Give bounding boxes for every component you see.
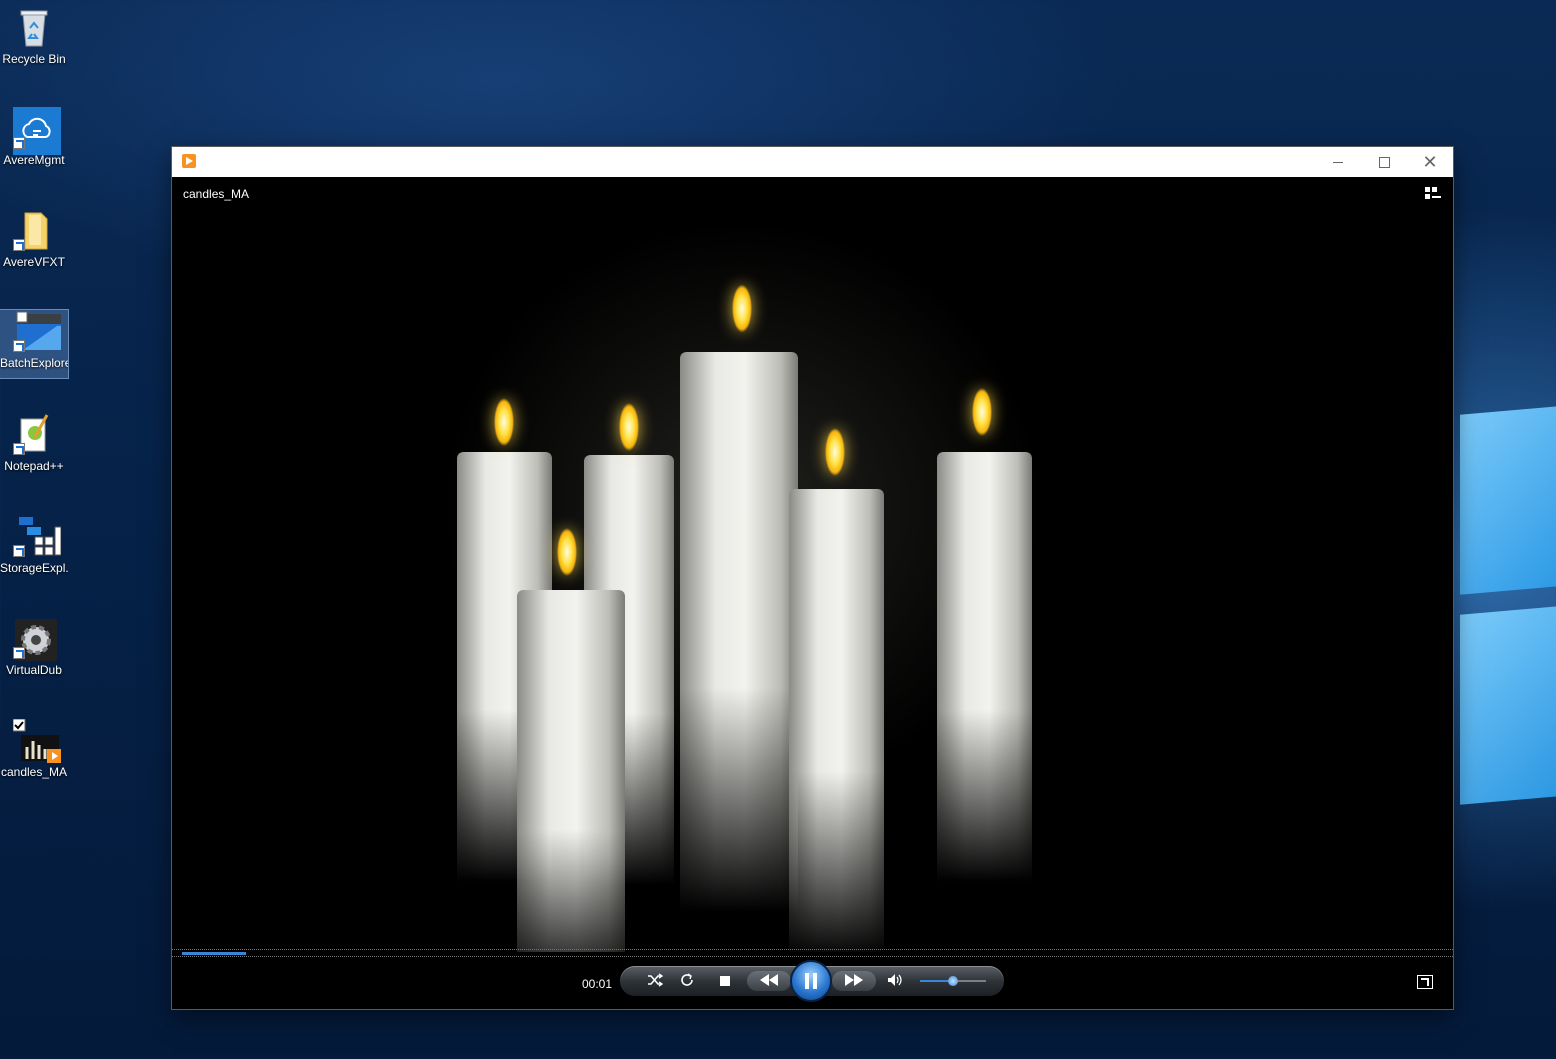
desktop-icon-label: candles_MA bbox=[0, 765, 68, 779]
close-icon: ✕ bbox=[1422, 151, 1438, 172]
desktop-icon-notepadpp[interactable]: Notepad++ bbox=[0, 413, 68, 473]
switch-to-library-button[interactable] bbox=[1417, 975, 1433, 989]
desktop-icon-recycle-bin[interactable]: Recycle Bin bbox=[0, 6, 68, 66]
candle-flame bbox=[487, 370, 521, 450]
gear-film-icon bbox=[13, 617, 57, 661]
volume-slider[interactable] bbox=[920, 976, 986, 986]
candle-flame bbox=[962, 347, 1002, 447]
mute-button[interactable] bbox=[884, 971, 906, 991]
candle-flame bbox=[612, 375, 646, 455]
elapsed-time: 00:01 bbox=[582, 977, 613, 991]
folder-icon bbox=[13, 209, 55, 251]
recycle-bin-icon bbox=[13, 6, 55, 48]
volume-thumb[interactable] bbox=[948, 976, 958, 986]
playback-controls: 00:01 bbox=[172, 957, 1453, 1009]
repeat-icon bbox=[679, 972, 695, 991]
fast-forward-icon bbox=[844, 973, 864, 989]
cloud-app-icon bbox=[13, 107, 61, 155]
desktop-icon-virtualdub[interactable]: VirtualDub bbox=[0, 617, 68, 677]
shuffle-icon bbox=[647, 972, 664, 990]
media-title: candles_MA bbox=[183, 187, 250, 201]
desktop-icon-storageexplorer[interactable]: StorageExpl... bbox=[0, 515, 68, 575]
seek-bar[interactable] bbox=[172, 949, 1453, 957]
video-area[interactable] bbox=[172, 177, 1453, 952]
shuffle-button[interactable] bbox=[644, 971, 666, 991]
candle bbox=[680, 352, 798, 912]
candle bbox=[517, 590, 625, 952]
candle-flame bbox=[815, 387, 855, 487]
stop-button[interactable] bbox=[714, 971, 736, 991]
desktop-icon-label: Notepad++ bbox=[4, 459, 64, 473]
shortcut-arrow-icon bbox=[13, 239, 25, 251]
desktop-icon-label: StorageExpl... bbox=[0, 561, 68, 575]
title-bar[interactable]: ✕ bbox=[172, 147, 1453, 177]
next-button[interactable] bbox=[832, 971, 876, 991]
shortcut-arrow-icon bbox=[13, 340, 25, 352]
switch-layout-icon[interactable] bbox=[1425, 187, 1441, 201]
wallpaper-pane-bottom bbox=[1460, 605, 1556, 805]
candle-flame bbox=[720, 237, 764, 347]
desktop-icon-candles-ma[interactable]: candles_MA bbox=[0, 718, 68, 779]
windows-logo-wallpaper bbox=[1460, 400, 1556, 805]
pause-icon bbox=[805, 973, 809, 989]
maximize-button[interactable] bbox=[1361, 147, 1407, 177]
speaker-icon bbox=[887, 973, 903, 990]
pause-button[interactable] bbox=[790, 960, 832, 1002]
minimize-button[interactable] bbox=[1315, 147, 1361, 177]
desktop-icon-averevfxt[interactable]: AvereVFXT bbox=[0, 209, 68, 269]
desktop-icon-label: BatchExplorer bbox=[0, 356, 68, 370]
desktop-icon-batchexplorer[interactable]: BatchExplorer bbox=[0, 309, 69, 379]
candle-flame bbox=[547, 487, 587, 587]
shortcut-arrow-icon bbox=[13, 647, 25, 659]
batch-explorer-icon bbox=[13, 310, 61, 352]
transport-controls bbox=[620, 960, 1004, 1002]
shortcut-arrow-icon bbox=[13, 137, 25, 149]
rewind-icon bbox=[759, 973, 779, 989]
media-player-app-icon[interactable] bbox=[182, 154, 196, 168]
wallpaper-pane-top bbox=[1460, 405, 1556, 595]
close-button[interactable]: ✕ bbox=[1407, 147, 1453, 177]
media-player-window[interactable]: ✕ candles_MA 00:01 bbox=[172, 147, 1453, 1009]
shortcut-arrow-icon bbox=[13, 443, 25, 455]
desktop-icon-label: AvereMgmt bbox=[3, 153, 65, 167]
desktop-icon-averemgmt[interactable]: AvereMgmt bbox=[0, 107, 68, 167]
desktop-icon-label: VirtualDub bbox=[6, 663, 62, 677]
desktop-icon-label: Recycle Bin bbox=[2, 52, 66, 66]
video-file-icon bbox=[12, 718, 61, 763]
repeat-button[interactable] bbox=[676, 971, 698, 991]
candle bbox=[937, 452, 1032, 882]
shortcut-arrow-icon bbox=[13, 545, 25, 557]
desktop-icon-label: AvereVFXT bbox=[3, 255, 65, 269]
candle bbox=[789, 489, 884, 952]
previous-button[interactable] bbox=[747, 971, 791, 991]
seek-progress bbox=[182, 952, 246, 955]
storage-explorer-icon bbox=[13, 515, 62, 557]
notepad-plus-plus-icon bbox=[13, 413, 55, 455]
